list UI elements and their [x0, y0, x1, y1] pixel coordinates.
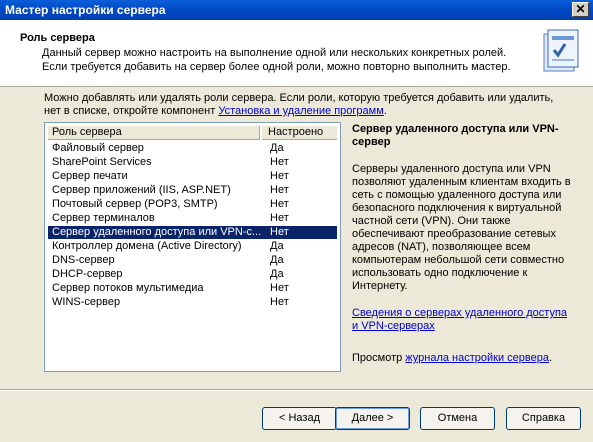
help-button[interactable]: Справка — [506, 407, 581, 430]
cancel-button[interactable]: Отмена — [420, 407, 495, 430]
window-title: Мастер настройки сервера — [5, 3, 166, 17]
table-row[interactable]: WINS-сервер Нет — [48, 296, 337, 309]
role-name: Сервер потоков мультимедиа — [52, 282, 204, 294]
table-row[interactable]: SharePoint Services Нет — [48, 156, 337, 169]
role-name: Сервер терминалов — [52, 212, 155, 224]
footer-divider — [0, 389, 593, 391]
table-row[interactable]: Файловый сервер Да — [48, 142, 337, 155]
role-name: Файловый сервер — [52, 142, 144, 154]
role-name: SharePoint Services — [52, 156, 152, 168]
role-name: Контроллер домена (Active Directory) — [52, 240, 242, 252]
table-row[interactable]: DHCP-сервер Да — [48, 268, 337, 281]
role-configured: Нет — [270, 226, 289, 238]
configuration-log-link[interactable]: журнала настройки сервера — [405, 352, 549, 364]
table-row[interactable]: Сервер терминалов Нет — [48, 212, 337, 225]
role-configured: Нет — [270, 184, 289, 196]
close-button[interactable]: ✕ — [572, 2, 589, 17]
list-header: Роль сервера Настроено — [48, 126, 337, 140]
role-configured: Нет — [270, 170, 289, 182]
role-name: Сервер приложений (IIS, ASP.NET) — [52, 184, 231, 196]
role-configured: Нет — [270, 282, 289, 294]
info-link[interactable]: Сведения о серверах удаленного доступа и… — [352, 307, 572, 333]
role-configured: Нет — [270, 296, 289, 308]
role-configured: Нет — [270, 156, 289, 168]
wizard-header: Роль сервера Данный сервер можно настрои… — [0, 20, 593, 87]
next-button[interactable]: Далее > — [335, 407, 410, 430]
role-description-panel: Сервер удаленного доступа или VPN-сервер… — [352, 123, 572, 364]
table-row[interactable]: Сервер потоков мультимедиа Нет — [48, 282, 337, 295]
role-description-body: Серверы удаленного доступа или VPN позво… — [352, 163, 571, 292]
table-row[interactable]: Сервер печати Нет — [48, 170, 337, 183]
back-button[interactable]: < Назад — [262, 407, 337, 430]
page-title: Роль сервера — [20, 32, 95, 44]
column-header-configured[interactable]: Настроено — [262, 126, 337, 140]
role-name: Сервер удаленного доступа или VPN-с... — [52, 226, 262, 238]
role-name: WINS-сервер — [52, 296, 121, 308]
role-configured: Да — [270, 142, 284, 154]
table-row[interactable]: Почтовый сервер (POP3, SMTP) Нет — [48, 198, 337, 211]
role-configured: Да — [270, 240, 284, 252]
intro-text: Можно добавлять или удалять роли сервера… — [44, 92, 554, 117]
role-configured: Нет — [270, 212, 289, 224]
table-row[interactable]: DNS-сервер Да — [48, 254, 337, 267]
role-name: Сервер печати — [52, 170, 128, 182]
title-bar: Мастер настройки сервера ✕ — [0, 0, 593, 20]
page-description: Данный сервер можно настроить на выполне… — [42, 47, 511, 73]
role-configured: Нет — [270, 198, 289, 210]
add-remove-programs-link[interactable]: Установка и удаление программ — [218, 105, 383, 117]
role-configured: Да — [270, 254, 284, 266]
role-name: DNS-сервер — [52, 254, 115, 266]
column-header-role[interactable]: Роль сервера — [48, 126, 260, 140]
role-description-title: Сервер удаленного доступа или VPN-сервер — [352, 123, 559, 148]
role-name: DHCP-сервер — [52, 268, 123, 280]
table-row[interactable]: Сервер удаленного доступа или VPN-с... Не… — [48, 226, 337, 239]
table-row[interactable]: Сервер приложений (IIS, ASP.NET) Нет — [48, 184, 337, 197]
server-wizard-icon — [543, 29, 579, 72]
server-roles-list[interactable]: Роль сервера Настроено Файловый сервер Да… — [44, 122, 341, 372]
role-name: Почтовый сервер (POP3, SMTP) — [52, 198, 218, 210]
table-row[interactable]: Контроллер домена (Active Directory) Да — [48, 240, 337, 253]
role-configured: Да — [270, 268, 284, 280]
